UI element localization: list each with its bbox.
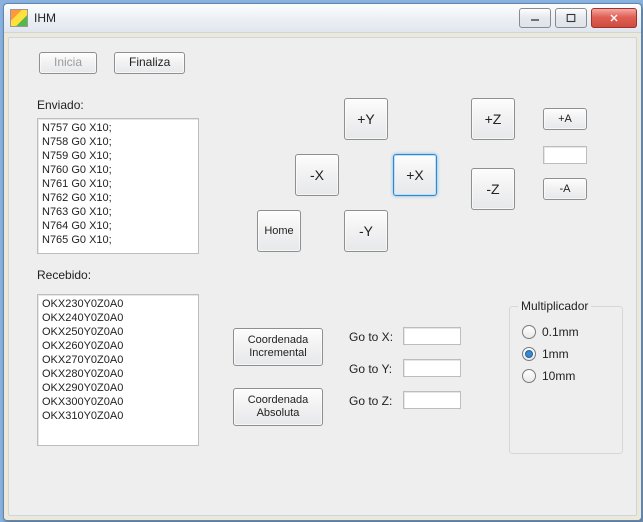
multiplier-option-label: 10mm [542, 369, 575, 383]
jog-plus-y-button[interactable]: +Y [344, 98, 388, 140]
multiplier-option-1mm[interactable]: 1mm [522, 347, 610, 361]
jog-minus-x-button[interactable]: -X [295, 154, 339, 196]
radio-icon [522, 325, 536, 339]
home-button[interactable]: Home [257, 210, 301, 252]
enviado-label: Enviado: [37, 98, 84, 112]
jog-minus-a-button[interactable]: -A [543, 178, 587, 200]
jog-minus-y-button[interactable]: -Y [344, 210, 388, 252]
goto-z-label: Go to Z: [349, 394, 392, 408]
close-icon [609, 13, 619, 23]
finaliza-button[interactable]: Finaliza [114, 52, 185, 74]
coord-incremental-button[interactable]: Coordenada Incremental [233, 328, 323, 366]
coord-absoluta-button[interactable]: Coordenada Absoluta [233, 388, 323, 426]
jog-plus-x-button[interactable]: +X [393, 154, 437, 196]
multiplier-option-10mm[interactable]: 10mm [522, 369, 610, 383]
app-window: IHM Inicia Finaliza Enviado: N757 G0 X10… [3, 3, 642, 521]
enviado-listbox[interactable]: N757 G0 X10; N758 G0 X10; N759 G0 X10; N… [37, 118, 199, 254]
radio-icon [522, 347, 536, 361]
maximize-icon [566, 13, 576, 23]
minimize-icon [530, 13, 540, 23]
goto-x-input[interactable] [403, 327, 461, 345]
a-value-input[interactable] [543, 146, 587, 164]
minimize-button[interactable] [519, 8, 551, 28]
inicia-button[interactable]: Inicia [39, 52, 97, 74]
radio-icon [522, 369, 536, 383]
multiplier-option-0p1mm[interactable]: 0.1mm [522, 325, 610, 339]
goto-y-label: Go to Y: [349, 362, 392, 376]
jog-plus-z-button[interactable]: +Z [471, 98, 515, 140]
multiplicador-legend: Multiplicador [518, 299, 591, 313]
jog-plus-a-button[interactable]: +A [543, 108, 587, 130]
app-icon [10, 9, 28, 27]
titlebar[interactable]: IHM [4, 4, 641, 33]
goto-y-input[interactable] [403, 359, 461, 377]
multiplier-option-label: 0.1mm [542, 325, 579, 339]
recebido-listbox[interactable]: OKX230Y0Z0A0 OKX240Y0Z0A0 OKX250Y0Z0A0 O… [37, 294, 199, 446]
client-area: Inicia Finaliza Enviado: N757 G0 X10; N7… [8, 37, 637, 516]
close-button[interactable] [591, 8, 637, 28]
jog-minus-z-button[interactable]: -Z [471, 168, 515, 210]
window-title: IHM [34, 11, 519, 25]
goto-x-label: Go to X: [349, 330, 393, 344]
multiplicador-group: Multiplicador 0.1mm1mm10mm [509, 306, 623, 454]
multiplier-option-label: 1mm [542, 347, 569, 361]
goto-z-input[interactable] [403, 391, 461, 409]
recebido-label: Recebido: [37, 268, 91, 282]
maximize-button[interactable] [555, 8, 587, 28]
